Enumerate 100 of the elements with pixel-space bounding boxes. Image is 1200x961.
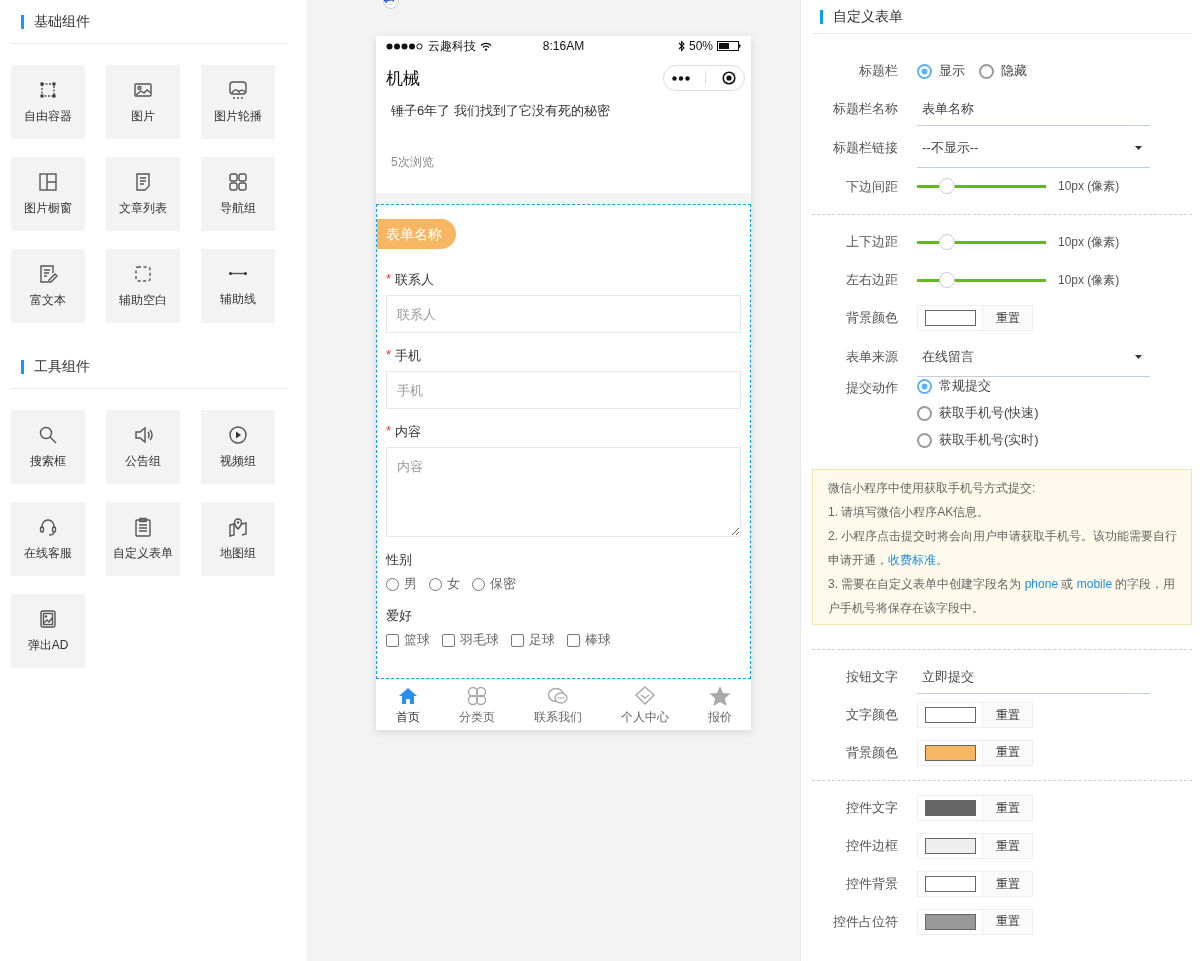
component-tile[interactable]: 公告组 [106,410,180,484]
clipboard-icon [133,516,153,537]
option-label: 隐藏 [1001,62,1027,80]
slider-thumb[interactable] [938,271,955,288]
search-icon [38,424,58,445]
component-tile[interactable]: 导航组 [201,157,275,231]
slider-value: 10px (像素) [1058,233,1120,251]
color-picker[interactable] [917,908,983,935]
tab-item[interactable]: 首页 [395,684,420,726]
tab-item[interactable]: 联系我们 [533,684,582,726]
setting-label: 提交动作 [845,379,898,397]
layout-icon [38,171,58,192]
map-pin-icon [228,516,248,537]
status-time: 8:16AM [542,39,585,53]
setting-label: 背景颜色 [845,743,898,762]
option-label: 获取手机号(实时) [939,431,1039,449]
reset-button[interactable]: 重置 [983,739,1033,766]
setting-label: 下边间距 [845,177,898,196]
component-tile[interactable]: 辅助空白 [106,249,180,323]
headset-icon [38,516,58,537]
setting-label: 控件文字 [845,799,898,817]
reset-button[interactable]: 重置 [983,702,1033,728]
reset-button[interactable]: 重置 [983,305,1033,331]
reset-button[interactable]: 重置 [983,795,1033,821]
setting-label: 控件占位符 [832,912,898,931]
text-area[interactable]: 内容 [386,447,741,537]
input-field[interactable]: 手机 [386,371,741,409]
component-tile[interactable]: 视频组 [201,410,275,484]
component-tile[interactable]: 富文本 [11,249,85,323]
star-icon [708,684,731,707]
setting-label: 控件边框 [845,837,898,855]
component-tile[interactable]: 图片橱窗 [11,157,85,231]
caret-icon [1135,354,1142,359]
checkbox[interactable] [511,633,524,647]
speaker-icon [133,424,153,445]
reset-button[interactable]: 重置 [983,908,1033,935]
component-tile[interactable]: 文章列表 [106,157,180,231]
setting-label: 按钮文字 [845,668,898,686]
component-tile[interactable]: 图片轮播 [201,65,275,139]
option-label: 羽毛球 [460,631,499,649]
component-tile[interactable]: 自由容器 [11,65,85,139]
checkbox[interactable] [567,633,580,647]
article-card[interactable]: 锤子6年了 我们找到了它没有死的秘密 5次浏览 [376,100,751,193]
slider-thumb[interactable] [938,233,955,250]
notice-text: 3. 需要在自定义表单中创建字段名为 phone 或 mobile 的字段，用户手机号将保存在该字段中。 [828,576,1177,617]
component-tile[interactable]: 搜索框 [11,410,85,484]
slider-value: 10px (像素) [1058,271,1120,289]
setting-label: 标题栏链接 [832,139,898,157]
more-icon[interactable] [671,75,690,81]
radio-button[interactable] [917,63,932,79]
setting-label: 上下边距 [845,233,898,251]
slider-thumb[interactable] [938,178,955,194]
radio-button[interactable] [979,63,994,79]
color-picker[interactable] [917,739,983,766]
color-picker[interactable] [917,702,983,728]
setting-label: 控件背景 [845,875,898,893]
radio-button[interactable] [917,378,932,394]
tab-item[interactable]: 个人中心 [620,684,669,726]
reset-button[interactable]: 重置 [983,871,1033,897]
color-picker[interactable] [917,871,983,897]
input-field[interactable]: 联系人 [386,295,741,333]
grid-icon [228,171,248,192]
component-tile[interactable]: 弹出AD [11,594,85,668]
checkbox[interactable] [442,633,455,647]
color-picker[interactable] [917,305,983,331]
battery-icon [717,41,741,51]
diamond-icon [633,684,656,707]
color-picker[interactable] [917,795,983,821]
radio-button[interactable] [917,405,932,421]
option-label: 保密 [490,575,516,593]
required-asterisk: * [386,423,392,440]
notice-text: 1. 请填写微信小程序AK信息。 [828,504,991,521]
field-label: 爱好 [386,607,412,625]
component-tile[interactable]: 在线客服 [11,502,85,576]
color-picker[interactable] [917,833,983,859]
close-icon[interactable] [722,71,737,85]
carrier-name: 云趣科技 [428,37,476,55]
component-tile[interactable]: 图片 [106,65,180,139]
slider-value: 10px (像素) [1058,178,1120,195]
clover-icon [465,684,488,707]
page-title: 机械 [386,67,420,90]
edit-icon [38,263,58,284]
component-tile[interactable]: 自定义表单 [106,502,180,576]
radio-button[interactable] [917,432,932,448]
article-title: 锤子6年了 我们找到了它没有死的秘密 [391,102,610,120]
notice-text: 2. 小程序点击提交时将会向用户申请获取手机号。该功能需要自行申请开通，收费标准。 [828,528,1179,569]
component-tile[interactable]: 地图组 [201,502,275,576]
option-label: 显示 [939,62,965,80]
reset-button[interactable]: 重置 [983,833,1033,859]
wifi-icon [480,41,492,51]
option-label: 获取手机号(快速) [939,404,1039,422]
checkbox[interactable] [386,633,399,647]
field-label: 内容 [395,423,422,441]
required-asterisk: * [386,347,392,364]
required-asterisk: * [386,271,392,288]
field-label: 联系人 [395,271,435,289]
component-tile[interactable]: 辅助线 [201,249,275,323]
tab-item[interactable]: 分类页 [458,684,495,726]
tab-item[interactable]: 报价 [707,684,732,726]
option-label: 女 [447,575,460,593]
